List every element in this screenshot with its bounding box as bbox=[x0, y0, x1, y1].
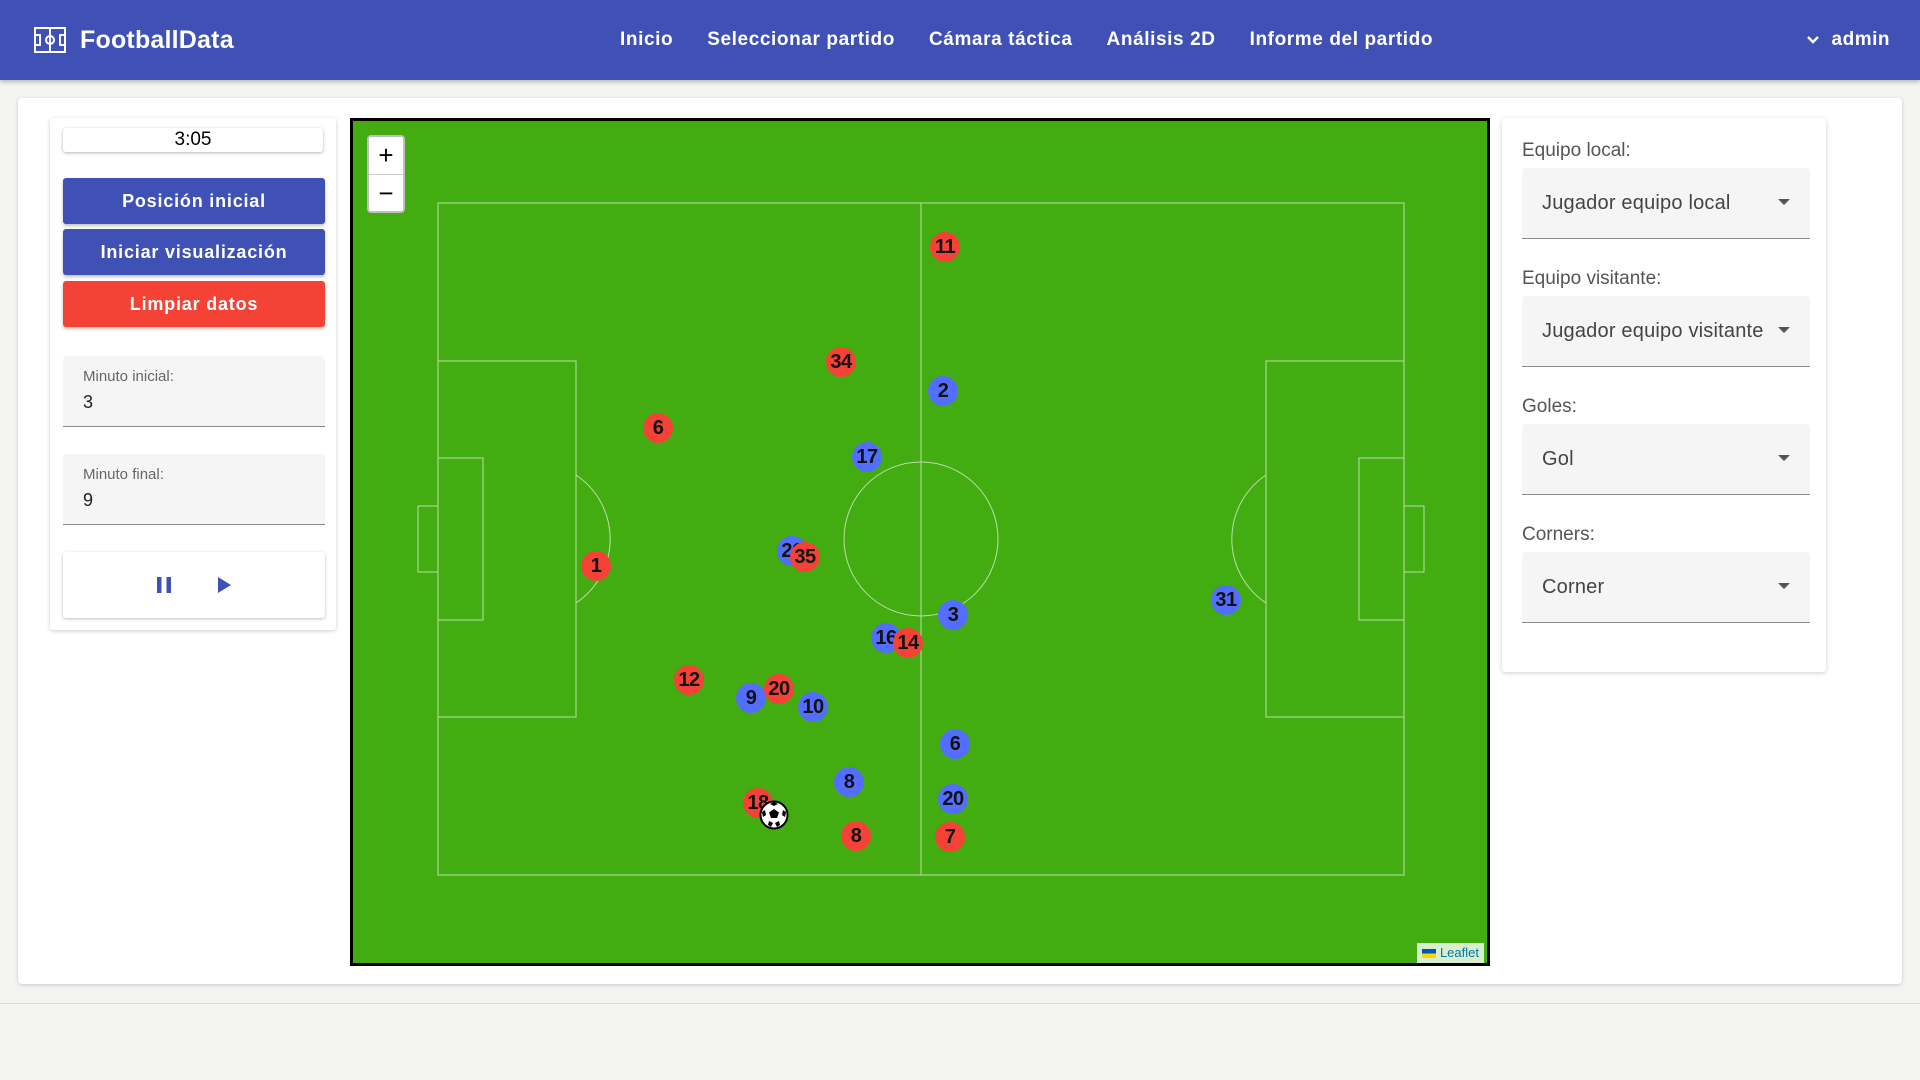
home-team-label: Equipo local: bbox=[1522, 140, 1631, 161]
away-player-marker[interactable]: 8 bbox=[834, 767, 864, 797]
match-clock: 3:05 bbox=[63, 128, 323, 152]
start-minute-label: Minuto inicial: bbox=[83, 368, 174, 385]
corners-label: Corners: bbox=[1522, 524, 1595, 545]
home-player-marker[interactable]: 6 bbox=[643, 413, 673, 443]
start-minute-value[interactable]: 3 bbox=[83, 392, 93, 413]
nav-item-camara-tactica[interactable]: Cámara táctica bbox=[929, 29, 1073, 51]
zoom-in-button[interactable]: + bbox=[369, 137, 403, 175]
ball-icon[interactable] bbox=[759, 800, 789, 830]
play-icon[interactable] bbox=[210, 572, 236, 598]
nav-item-analisis-2d[interactable]: Análisis 2D bbox=[1107, 29, 1216, 51]
end-minute-value[interactable]: 9 bbox=[83, 490, 93, 511]
goals-label: Goles: bbox=[1522, 396, 1577, 417]
top-app-bar: FootballData Inicio Seleccionar partido … bbox=[0, 0, 1920, 80]
home-player-marker[interactable]: 11 bbox=[930, 232, 960, 262]
divider bbox=[0, 1003, 1920, 1004]
user-name: admin bbox=[1831, 29, 1890, 50]
nav-item-informe-partido[interactable]: Informe del partido bbox=[1250, 29, 1433, 51]
brand-name: FootballData bbox=[80, 25, 234, 54]
brand[interactable]: FootballData bbox=[34, 22, 234, 58]
zoom-control: + − bbox=[367, 135, 405, 213]
tactical-map[interactable]: + − 2 17 26 3 16 31 9 10 6 8 20 11 34 6 … bbox=[350, 118, 1490, 966]
ukraine-flag-icon bbox=[1421, 948, 1436, 958]
control-panel: 3:05 Posición inicial Iniciar visualizac… bbox=[50, 118, 336, 630]
playback-controls bbox=[63, 552, 325, 618]
away-player-marker[interactable]: 10 bbox=[798, 692, 828, 722]
home-player-marker[interactable]: 12 bbox=[674, 665, 704, 695]
corners-select-value: Corner bbox=[1542, 576, 1605, 598]
nav-item-inicio[interactable]: Inicio bbox=[620, 29, 673, 51]
home-player-marker[interactable]: 35 bbox=[790, 542, 820, 572]
home-player-marker[interactable]: 34 bbox=[826, 347, 856, 377]
start-minute-field[interactable]: Minuto inicial: 3 bbox=[63, 356, 325, 427]
away-player-marker[interactable]: 20 bbox=[938, 784, 968, 814]
dropdown-arrow-icon bbox=[1778, 455, 1790, 461]
filter-panel: Equipo local: Jugador equipo local Equip… bbox=[1502, 118, 1826, 672]
away-player-marker[interactable]: 31 bbox=[1211, 585, 1241, 615]
initial-position-button[interactable]: Posición inicial bbox=[63, 178, 325, 224]
main-nav: Inicio Seleccionar partido Cámara táctic… bbox=[620, 0, 1467, 80]
home-team-select[interactable]: Jugador equipo local bbox=[1522, 168, 1810, 239]
goals-select[interactable]: Gol bbox=[1522, 424, 1810, 495]
end-minute-label: Minuto final: bbox=[83, 466, 164, 483]
away-player-marker[interactable]: 17 bbox=[852, 442, 882, 472]
away-team-select[interactable]: Jugador equipo visitante bbox=[1522, 296, 1810, 367]
dropdown-arrow-icon bbox=[1778, 327, 1790, 333]
away-player-marker[interactable]: 9 bbox=[736, 683, 766, 713]
pitch-lines bbox=[417, 202, 1425, 876]
dropdown-arrow-icon bbox=[1778, 199, 1790, 205]
pause-icon[interactable] bbox=[151, 572, 177, 598]
dropdown-arrow-icon bbox=[1778, 583, 1790, 589]
nav-item-seleccionar-partido[interactable]: Seleccionar partido bbox=[707, 29, 895, 51]
map-attribution[interactable]: Leaflet bbox=[1416, 943, 1484, 963]
start-visualization-button[interactable]: Iniciar visualización bbox=[63, 229, 325, 275]
pitch-icon bbox=[34, 27, 66, 53]
leaflet-link[interactable]: Leaflet bbox=[1440, 943, 1479, 963]
home-player-marker[interactable]: 14 bbox=[893, 628, 923, 658]
end-minute-field[interactable]: Minuto final: 9 bbox=[63, 454, 325, 525]
corners-select[interactable]: Corner bbox=[1522, 552, 1810, 623]
clear-data-button[interactable]: Limpiar datos bbox=[63, 281, 325, 327]
away-player-marker[interactable]: 3 bbox=[938, 600, 968, 630]
home-player-marker[interactable]: 7 bbox=[935, 822, 965, 852]
away-team-label: Equipo visitante: bbox=[1522, 268, 1662, 289]
home-player-marker[interactable]: 8 bbox=[841, 821, 871, 851]
home-player-marker[interactable]: 20 bbox=[764, 674, 794, 704]
home-team-select-value: Jugador equipo local bbox=[1542, 192, 1731, 214]
away-team-select-value: Jugador equipo visitante bbox=[1542, 320, 1764, 342]
away-player-marker[interactable]: 6 bbox=[940, 729, 970, 759]
zoom-out-button[interactable]: − bbox=[369, 175, 403, 212]
user-menu[interactable]: admin bbox=[1806, 0, 1890, 80]
goals-select-value: Gol bbox=[1542, 448, 1574, 470]
away-player-marker[interactable]: 2 bbox=[928, 376, 958, 406]
chevron-down-icon bbox=[1806, 36, 1819, 44]
home-player-marker[interactable]: 1 bbox=[581, 551, 611, 581]
